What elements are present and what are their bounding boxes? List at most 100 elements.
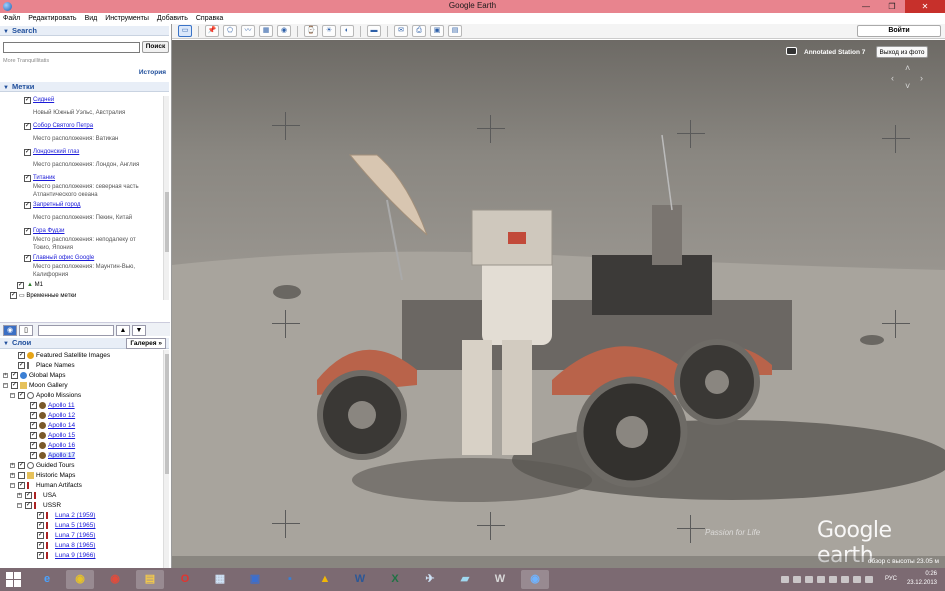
pan-right-icon[interactable]: › [920,73,923,83]
search-input[interactable] [3,42,140,53]
sign-in-button[interactable]: Войти [857,25,941,37]
expand-icon[interactable]: + [17,493,22,498]
chrome-icon[interactable]: ◉ [101,570,129,589]
airplane-icon[interactable]: ✈ [416,570,444,589]
checkbox-checked[interactable]: ✓ [24,175,31,182]
search-places-icon[interactable]: ◉ [3,325,17,336]
layer-name[interactable]: Apollo 11 [48,402,75,409]
checkbox-checked[interactable]: ✓ [37,512,44,519]
place-name[interactable]: Запретный город [33,202,81,208]
checkbox-checked[interactable]: ✓ [25,492,32,499]
save-disk-icon[interactable]: ▪ [276,570,304,589]
tray-app-icon[interactable] [781,576,789,583]
layer-name[interactable]: Historic Maps [36,472,75,479]
internet-explorer-icon[interactable]: e [33,570,61,589]
place-name[interactable]: Гора Фудзи [33,228,65,234]
world-of-tanks-icon[interactable]: W [486,570,514,589]
layer-name[interactable]: Apollo 16 [48,442,75,449]
layer-name[interactable]: Apollo 14 [48,422,75,429]
clock-date[interactable]: 23.12.2013 [897,580,937,586]
minimize-button[interactable]: — [853,0,879,13]
google-earth-taskbar-icon[interactable]: ◉ [521,570,549,589]
navigation-controls[interactable]: ˄ ‹ › ˅ [886,63,930,94]
excel-icon[interactable]: X [381,570,409,589]
pan-left-icon[interactable]: ‹ [891,73,894,83]
layer-name[interactable]: USSR [43,502,61,509]
layer-name[interactable]: Moon Gallery [29,382,68,389]
email-icon[interactable]: ✉ [394,25,408,37]
layer-name[interactable]: Featured Satellite Images [36,352,110,359]
layers-scrollbar[interactable] [163,350,169,568]
checkbox-checked[interactable]: ✓ [37,532,44,539]
checkbox-checked[interactable]: ✓ [24,202,31,209]
menu-add[interactable]: Добавить [157,15,188,22]
checkbox-checked[interactable]: ✓ [37,542,44,549]
places-header[interactable]: ▼ Метки [0,82,169,92]
checkbox-checked[interactable]: ✓ [11,372,18,379]
layer-name[interactable]: Luna 2 (1959) [55,512,95,519]
collapse-icon[interactable]: − [10,483,15,488]
checkbox-checked[interactable]: ✓ [30,422,37,429]
scroll-thumb[interactable] [165,354,169,474]
overlay-icon[interactable]: ▦ [259,25,273,37]
tray-app-icon[interactable] [853,576,861,583]
gallery-button[interactable]: Галерея » [126,338,166,349]
menu-tools[interactable]: Инструменты [105,15,149,22]
tour-icon[interactable]: ◉ [277,25,291,37]
checkbox-checked[interactable]: ✓ [18,482,25,489]
checkbox-checked[interactable]: ✓ [18,462,25,469]
polygon-icon[interactable]: ⬠ [223,25,237,37]
collapse-icon[interactable]: − [3,383,8,388]
move-up-icon[interactable]: ▲ [116,325,130,336]
network-icon[interactable]: ▣ [241,570,269,589]
scroll-thumb[interactable] [165,192,169,252]
layer-name[interactable]: Apollo 17 [48,452,76,459]
expand-icon[interactable]: + [10,463,15,468]
earth-view[interactable]: Annotated Station 7 Выход из фото ˄ ‹ › … [172,40,945,568]
historical-imagery-icon[interactable]: ⌚ [304,25,318,37]
start-button[interactable] [6,572,22,587]
clock-time[interactable]: 0:26 [897,571,937,577]
checkbox-checked[interactable]: ✓ [10,292,17,299]
collapse-icon[interactable]: − [17,503,22,508]
exit-photo-button[interactable]: Выход из фото [876,46,928,58]
tray-app-icon[interactable] [817,576,825,583]
file-explorer-icon[interactable]: ▤ [136,570,164,589]
menu-help[interactable]: Справка [196,15,223,22]
place-name[interactable]: Лондонский глаз [33,149,79,155]
chrome-window-icon[interactable]: ◉ [66,570,94,589]
notes-icon[interactable]: ▰ [451,570,479,589]
collapse-icon[interactable]: − [10,393,15,398]
checkbox-checked[interactable]: ✓ [24,149,31,156]
word-icon[interactable]: W [346,570,374,589]
checkbox-checked[interactable]: ✓ [24,255,31,262]
layer-name[interactable]: Luna 9 (1966) [55,552,95,559]
panel-view-icon[interactable]: ▯ [19,325,33,336]
calculator-icon[interactable]: ▦ [206,570,234,589]
checkbox-checked[interactable]: ✓ [18,392,25,399]
ruler-icon[interactable]: ▬ [367,25,381,37]
place-name[interactable]: Собор Святого Петра [33,123,93,129]
layer-name[interactable]: Luna 8 (1965) [55,542,95,549]
tray-app-icon[interactable] [805,576,813,583]
layer-name[interactable]: Apollo 12 [48,412,75,419]
checkbox-checked[interactable]: ✓ [25,502,32,509]
expand-icon[interactable]: + [3,373,8,378]
sunlight-icon[interactable]: ☀ [322,25,336,37]
layer-name[interactable]: Apollo 15 [48,432,75,439]
layer-name[interactable]: Luna 5 (1965) [55,522,95,529]
opera-icon[interactable]: O [171,570,199,589]
layer-name[interactable]: Guided Tours [36,462,75,469]
checkbox-checked[interactable]: ✓ [30,452,37,459]
checkbox-checked[interactable]: ✓ [30,442,37,449]
checkbox-checked[interactable]: ✓ [18,352,25,359]
checkbox-checked[interactable]: ✓ [24,97,31,104]
layer-name[interactable]: Luna 7 (1965) [55,532,95,539]
volume-icon[interactable] [865,576,873,583]
layers-header[interactable]: ▼ Слои Галерея » [0,338,169,349]
place-name[interactable]: Сидней [33,97,54,103]
path-icon[interactable]: 〰 [241,25,255,37]
language-indicator[interactable]: РУС [885,576,897,582]
layer-name[interactable]: Apollo Missions [36,392,81,399]
tray-app-icon[interactable] [793,576,801,583]
